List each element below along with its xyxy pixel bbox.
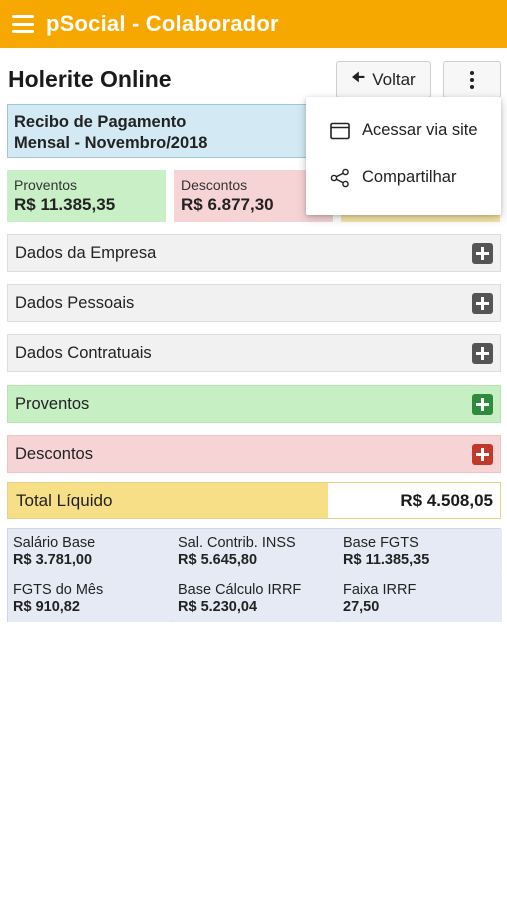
back-button[interactable]: 🠈 Voltar <box>336 61 431 98</box>
dot <box>470 84 474 89</box>
expand-plus-icon[interactable] <box>472 242 493 264</box>
share-icon <box>330 168 349 187</box>
expand-plus-icon[interactable] <box>472 443 493 465</box>
payslip-period: Mensal - Novembro/2018 <box>14 134 208 152</box>
detail-value: 27,50 <box>343 599 380 615</box>
detail-cell: Base FGTS R$ 11.385,35 <box>338 529 502 575</box>
app-bar: pSocial - Colaborador <box>0 0 507 48</box>
detail-cell: Base Cálculo IRRF R$ 5.230,04 <box>173 576 337 622</box>
expand-plus-icon[interactable] <box>472 393 493 415</box>
payroll-details-grid: Salário Base R$ 3.781,00 Sal. Contrib. I… <box>7 528 502 622</box>
summary-descontos-value: R$ 6.877,30 <box>181 195 274 214</box>
detail-label: FGTS do Mês <box>13 582 104 598</box>
section-descontos[interactable]: Descontos <box>7 435 501 473</box>
detail-label: Base FGTS <box>343 535 419 551</box>
detail-cell: Faixa IRRF 27,50 <box>338 576 502 622</box>
total-liquido-label: Total Líquido <box>8 483 328 518</box>
dot <box>470 77 474 82</box>
section-label: Descontos <box>15 444 93 463</box>
expand-plus-icon[interactable] <box>472 292 493 314</box>
detail-label: Base Cálculo IRRF <box>178 582 302 598</box>
hamburger-menu-icon[interactable] <box>12 15 34 33</box>
page-title: Holerite Online <box>8 66 172 92</box>
section-label: Dados Pessoais <box>15 293 135 312</box>
total-liquido-row: Total Líquido R$ 4.508,05 <box>7 482 501 519</box>
back-button-label: Voltar <box>372 69 416 89</box>
summary-proventos: Proventos R$ 11.385,35 <box>7 170 166 222</box>
section-dados-contratuais[interactable]: Dados Contratuais <box>7 334 501 372</box>
app-title: pSocial - Colaborador <box>46 11 279 36</box>
summary-proventos-value: R$ 11.385,35 <box>14 195 116 214</box>
menu-item-label: Acessar via site <box>362 121 478 139</box>
section-label: Dados Contratuais <box>15 343 152 362</box>
menu-item-label: Compartilhar <box>362 168 457 186</box>
summary-proventos-label: Proventos <box>14 177 78 193</box>
menu-item-acessar-site[interactable]: Acessar via site <box>306 107 501 154</box>
section-label: Proventos <box>15 394 90 413</box>
expand-plus-icon[interactable] <box>472 342 493 364</box>
detail-cell: Sal. Contrib. INSS R$ 5.645,80 <box>173 529 337 575</box>
detail-value: R$ 5.230,04 <box>178 599 258 615</box>
detail-cell: Salário Base R$ 3.781,00 <box>8 529 172 575</box>
detail-label: Sal. Contrib. INSS <box>178 535 296 551</box>
dot <box>470 70 474 75</box>
options-dropdown-menu: Acessar via site Compartilhar <box>306 97 501 215</box>
detail-label: Faixa IRRF <box>343 582 417 598</box>
payslip-period-header: Recibo de Pagamento Mensal - Novembro/20… <box>7 104 337 158</box>
detail-value: R$ 3.781,00 <box>13 552 93 568</box>
arrow-left-icon: 🠈 <box>351 69 366 86</box>
detail-cell: FGTS do Mês R$ 910,82 <box>8 576 172 622</box>
detail-value: R$ 5.645,80 <box>178 552 258 568</box>
section-dados-empresa[interactable]: Dados da Empresa <box>7 234 501 272</box>
section-proventos[interactable]: Proventos <box>7 385 501 423</box>
detail-value: R$ 11.385,35 <box>343 552 430 568</box>
section-dados-pessoais[interactable]: Dados Pessoais <box>7 284 501 322</box>
detail-label: Salário Base <box>13 535 96 551</box>
summary-descontos-label: Descontos <box>181 177 248 193</box>
detail-value: R$ 910,82 <box>13 599 80 615</box>
menu-item-compartilhar[interactable]: Compartilhar <box>306 154 501 201</box>
payslip-type: Recibo de Pagamento <box>14 113 187 131</box>
browser-window-icon <box>330 122 350 139</box>
section-label: Dados da Empresa <box>15 243 157 262</box>
more-options-button[interactable] <box>443 61 501 98</box>
total-liquido-value: R$ 4.508,05 <box>328 483 500 518</box>
